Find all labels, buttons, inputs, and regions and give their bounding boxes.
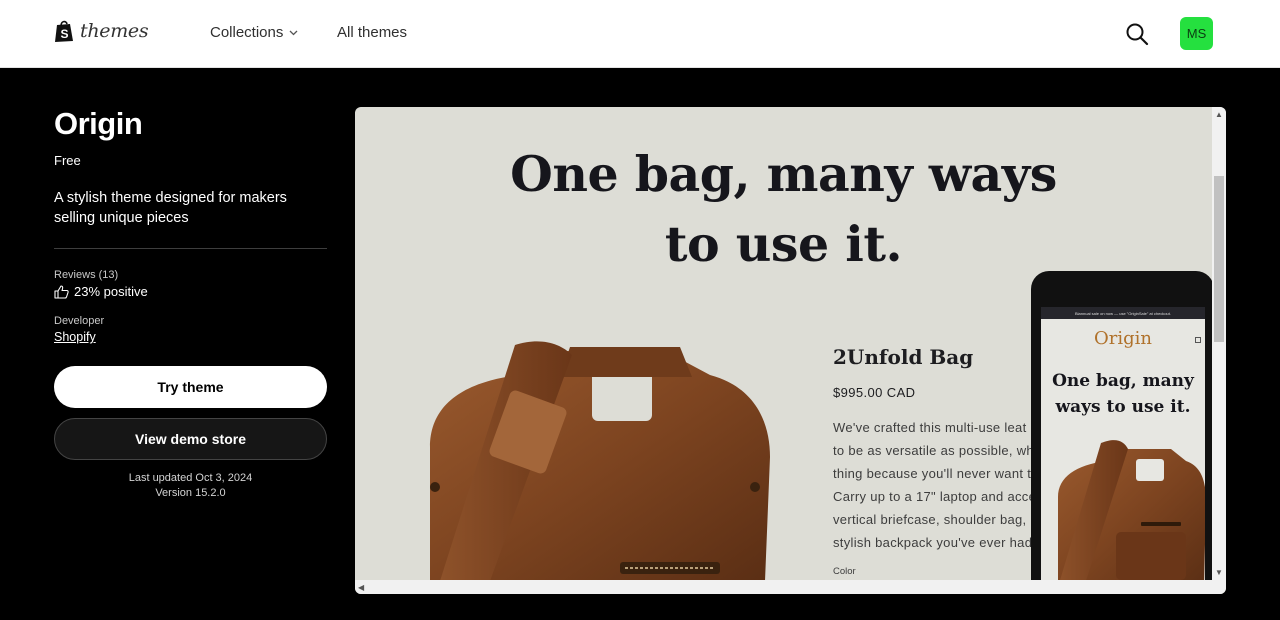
mobile-headline: One bag, many ways to use it. [1041,368,1205,420]
theme-meta: Last updated Oct 3, 2024 Version 15.2.0 [54,471,327,501]
nav-collections-dropdown[interactable]: Collections [210,24,298,41]
logo-text: themes [80,20,149,42]
mobile-cart-icon [1195,337,1201,343]
desc-line: thing because you'll never want t [833,466,1032,481]
theme-price: Free [54,153,81,168]
mobile-preview-screen: Biannual sale on now — use "OriginSale" … [1041,307,1205,594]
desc-line: Carry up to a 17" laptop and acce [833,489,1037,504]
horizontal-scrollbar[interactable] [355,580,1212,594]
reviews-rating[interactable]: 23% positive [54,284,148,299]
shopify-bag-icon: S [55,20,73,42]
theme-description: A stylish theme designed for makers sell… [54,190,287,226]
product-price: $995.00 CAD [833,385,916,400]
top-navigation-bar: S themes Collections All themes MS [0,0,1280,68]
scroll-left-arrow[interactable]: ◀ [358,583,364,592]
chevron-down-icon [289,30,298,35]
theme-preview[interactable]: One bag, many ways to use it. 2Unfold Ba… [355,107,1226,594]
user-avatar[interactable]: MS [1180,17,1213,50]
preview-headline: One bag, many ways to use it. [355,139,1212,279]
color-option-label: Color [833,566,856,577]
scrollbar-thumb[interactable] [1214,176,1224,342]
nav-collections-label: Collections [210,24,284,41]
last-updated: Last updated Oct 3, 2024 [128,472,253,484]
mobile-headline-line-2: ways to use it. [1055,397,1191,417]
nav-all-themes-label: All themes [337,24,408,41]
mobile-bag-image [1058,440,1205,587]
mobile-announcement-bar: Biannual sale on now — use "OriginSale" … [1041,307,1205,319]
desc-line: We've crafted this multi-use leat [833,420,1027,435]
divider [54,248,327,249]
developer-link[interactable]: Shopify [54,330,96,344]
mobile-store-logo: Origin [1094,328,1152,349]
nav-all-themes-link[interactable]: All themes [337,24,407,41]
search-icon[interactable] [1125,22,1149,46]
developer-label: Developer [54,315,105,327]
svg-text:S: S [61,27,69,41]
version: Version 15.2.0 [155,487,226,499]
mobile-headline-line-1: One bag, many [1052,371,1194,391]
scroll-down-arrow[interactable]: ▼ [1215,568,1223,577]
desc-line: vertical briefcase, shoulder bag, [833,512,1027,527]
scroll-up-arrow[interactable]: ▲ [1215,110,1223,119]
reviews-label: Reviews (13) [54,269,119,281]
theme-title: Origin [54,106,143,141]
view-demo-store-button[interactable]: View demo store [54,418,327,460]
try-theme-button[interactable]: Try theme [54,366,327,408]
headline-line-2: to use it. [664,215,903,273]
desc-line: to be as versatile as possible, wh [833,443,1034,458]
headline-line-1: One bag, many ways [510,145,1057,203]
mobile-preview-frame: Biannual sale on now — use "OriginSale" … [1031,271,1214,594]
thumbs-up-icon [54,284,69,299]
product-description: We've crafted this multi-use leat to be … [833,416,1043,556]
desc-line: stylish backpack you've ever had [833,535,1033,550]
shopify-themes-logo[interactable]: S themes [54,19,149,43]
rating-value: 23% positive [74,284,148,299]
leather-bag-image [430,341,770,581]
product-name: 2Unfold Bag [833,345,974,369]
